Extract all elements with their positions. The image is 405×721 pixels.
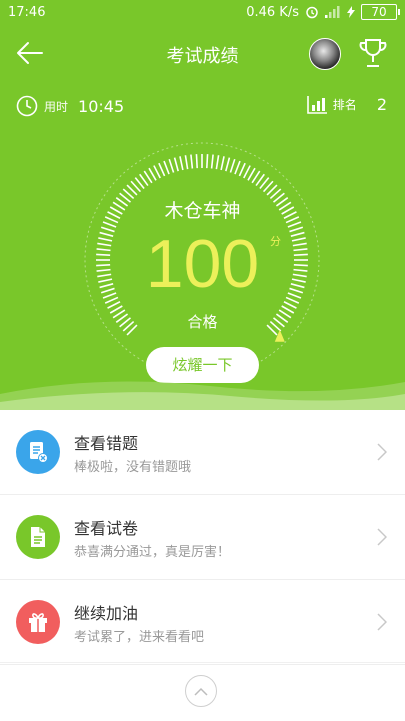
gauge-tick	[229, 158, 236, 173]
list-item-wrong-questions[interactable]: 查看错题 棒极啦，没有错题哦	[0, 410, 405, 495]
alarm-icon	[306, 6, 318, 19]
gauge-tick	[234, 160, 241, 175]
chevron-right-icon	[377, 613, 387, 631]
chevron-right-icon	[377, 528, 387, 546]
rank-label: 排名	[332, 98, 357, 112]
wrong-questions-icon	[16, 430, 60, 474]
list-item-subtitle: 考试累了，进来看看吧	[74, 630, 205, 645]
page-title: 考试成绩	[166, 46, 239, 67]
time-used: 用时 10:45	[16, 95, 124, 117]
app-bar: 考试成绩	[0, 30, 405, 76]
gauge-tick	[210, 154, 214, 169]
gauge-tick	[163, 160, 170, 175]
clock-icon	[16, 95, 38, 117]
status-bar: 17:46 0.46 K/s 70	[0, 0, 405, 26]
gauge-tick	[215, 155, 220, 170]
rank-value: 2	[376, 95, 387, 114]
gauge-tick	[148, 167, 157, 181]
time-used-value: 10:45	[78, 96, 125, 116]
net-speed: 0.46 K/s	[246, 4, 299, 20]
gauge-tick	[158, 162, 166, 177]
avatar[interactable]	[309, 38, 341, 70]
signal-icon	[325, 6, 340, 18]
result-header: 17:46 0.46 K/s 70 考试成绩 用时 10:45 排名 2 木仓车…	[0, 0, 405, 410]
chevron-right-icon	[377, 443, 387, 461]
trophy-icon[interactable]	[358, 37, 388, 69]
gauge-tick	[238, 162, 246, 177]
status-time: 17:46	[8, 5, 46, 20]
list-item-keep-going[interactable]: 继续加油 考试累了，进来看看吧	[0, 580, 405, 665]
action-list: 查看错题 棒极啦，没有错题哦 查看试卷 恭喜满分通过，真是厉害！ 继续加油 考试…	[0, 410, 405, 665]
bottom-bar	[0, 662, 405, 721]
list-item-subtitle: 恭喜满分通过，真是厉害！	[74, 545, 231, 560]
gauge-tick	[190, 154, 194, 169]
user-name: 木仓车神	[164, 200, 241, 222]
gauge-tick	[184, 155, 189, 170]
bar-chart-icon	[306, 95, 327, 114]
gauge-tick	[243, 165, 251, 179]
exam-paper-icon	[16, 515, 60, 559]
charging-icon	[347, 6, 355, 18]
score-unit: 分	[270, 235, 281, 248]
score-value: 100	[145, 226, 260, 302]
scroll-up-button[interactable]	[185, 675, 217, 707]
list-item-subtitle: 棒极啦，没有错题哦	[74, 460, 192, 475]
list-item-title: 查看试卷	[74, 519, 139, 538]
list-item-exam-paper[interactable]: 查看试卷 恭喜满分通过，真是厉害！	[0, 495, 405, 580]
gauge-tick	[195, 154, 198, 169]
gauge-tick	[173, 157, 179, 172]
gauge-tick	[220, 156, 225, 171]
gift-icon	[16, 600, 60, 644]
gauge-tick	[179, 156, 184, 171]
gauge-tick	[153, 165, 161, 179]
ranking: 排名 2	[306, 95, 387, 114]
wave-decoration	[0, 381, 405, 410]
gauge-tick	[206, 154, 209, 169]
time-used-label: 用时	[44, 99, 69, 114]
battery-indicator: 70	[361, 4, 400, 20]
chevron-up-icon	[194, 687, 208, 696]
gauge-tick	[247, 167, 256, 181]
gauge-tick	[225, 157, 231, 172]
pass-status: 合格	[187, 313, 218, 331]
list-item-title: 继续加油	[74, 604, 139, 623]
gauge-tick	[168, 158, 175, 173]
list-item-title: 查看错题	[74, 434, 139, 453]
